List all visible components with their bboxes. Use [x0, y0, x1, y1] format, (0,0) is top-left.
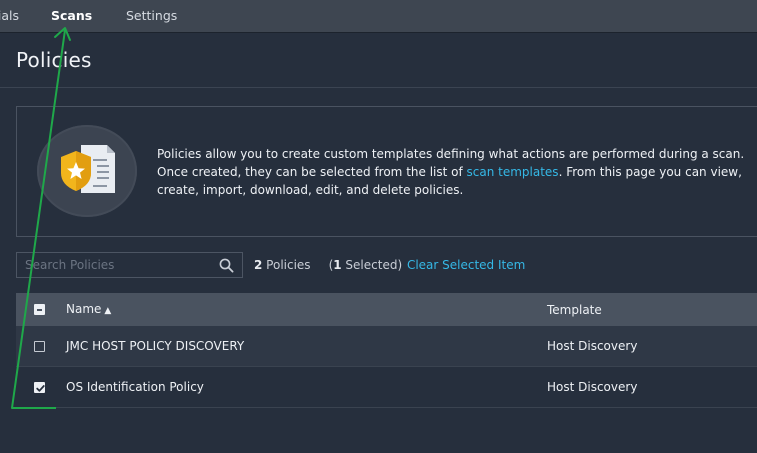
- selected-count: 1: [333, 258, 342, 272]
- policies-description: Policies allow you to create custom temp…: [157, 145, 757, 199]
- nav-tab-scans[interactable]: Scans: [51, 8, 92, 23]
- policy-counts: 2 Policies (1 Selected) Clear Selected It…: [254, 258, 525, 272]
- selected-label: Selected): [341, 258, 403, 272]
- top-navigation: tials Scans Settings: [0, 0, 757, 32]
- policy-template: Host Discovery: [547, 380, 638, 394]
- policies-info-panel: Policies allow you to create custom temp…: [16, 106, 757, 237]
- clear-selected-item-link[interactable]: Clear Selected Item: [407, 258, 525, 272]
- policy-total-label: Policies: [262, 258, 311, 272]
- search-policies-box: [16, 252, 243, 278]
- title-divider: [0, 87, 757, 88]
- policy-illustration: [37, 125, 137, 217]
- row-checkbox-checked[interactable]: [34, 382, 45, 393]
- search-icon[interactable]: [219, 258, 234, 273]
- checkmark-icon: [36, 385, 45, 392]
- select-all-checkbox[interactable]: [34, 304, 45, 315]
- nav-tab-settings[interactable]: Settings: [126, 8, 177, 23]
- table-header: Name ▲ Template: [16, 293, 757, 326]
- row-checkbox[interactable]: [34, 341, 45, 352]
- policy-name[interactable]: JMC HOST POLICY DISCOVERY: [66, 339, 244, 353]
- search-policies-input[interactable]: [25, 256, 215, 274]
- column-header-name[interactable]: Name ▲: [66, 302, 111, 316]
- policy-name[interactable]: OS Identification Policy: [66, 380, 204, 394]
- scan-templates-link[interactable]: scan templates: [467, 165, 559, 179]
- nav-tab-credentials[interactable]: tials: [0, 8, 19, 23]
- policies-table: Name ▲ Template JMC HOST POLICY DISCOVERY…: [16, 293, 757, 408]
- page-title: Policies: [16, 48, 92, 72]
- column-header-name-label: Name: [66, 302, 102, 316]
- policy-template: Host Discovery: [547, 339, 638, 353]
- table-row[interactable]: OS Identification Policy Host Discovery: [16, 367, 757, 408]
- sort-ascending-icon: ▲: [104, 306, 112, 316]
- table-row[interactable]: JMC HOST POLICY DISCOVERY Host Discovery: [16, 326, 757, 367]
- policy-document-star-icon: [61, 145, 115, 193]
- column-header-template[interactable]: Template: [547, 303, 602, 317]
